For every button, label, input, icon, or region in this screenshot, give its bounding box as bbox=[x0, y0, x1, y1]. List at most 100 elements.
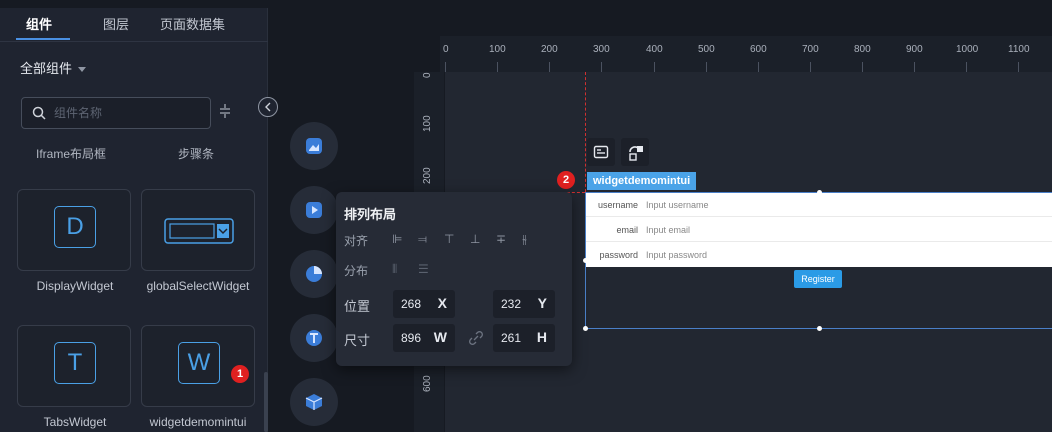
ruler-tick: 300 bbox=[593, 44, 610, 55]
text-widget-icon bbox=[306, 330, 322, 346]
component-panel: 组件 图层 页面数据集 全部组件 Iframe布局框 步骤条 D Display… bbox=[0, 8, 268, 432]
width-value: 896 bbox=[401, 331, 422, 345]
component-swap-icon[interactable] bbox=[621, 138, 649, 166]
3d-widget-button[interactable] bbox=[290, 378, 338, 426]
y-unit: Y bbox=[537, 295, 547, 311]
ruler-horizontal: 0 100 200 300 400 500 600 700 800 900 10… bbox=[440, 36, 1052, 72]
email-label: email bbox=[616, 225, 638, 235]
select-widget-icon bbox=[164, 218, 234, 244]
ruler-tick: 0 bbox=[422, 72, 433, 78]
align-middle-icon[interactable]: ∓ bbox=[496, 232, 506, 246]
chevron-down-icon bbox=[78, 67, 87, 73]
selected-widget-tag[interactable]: widgetdemomintui bbox=[587, 172, 697, 190]
scrollbar[interactable] bbox=[264, 372, 268, 432]
component-card-displaywidget[interactable]: D bbox=[17, 189, 131, 271]
ruler-tick: 100 bbox=[422, 115, 433, 132]
ruler-tick: 400 bbox=[646, 44, 663, 55]
collapse-panel-button[interactable] bbox=[258, 97, 278, 117]
guide-line-vertical bbox=[585, 72, 586, 192]
register-button[interactable]: Register bbox=[794, 270, 842, 288]
arrange-layout-popup: 排列布局 对齐 ⊫ ⫤ ⊤ ⊥ ∓ ⫳ 分布 ⦀ ☰ 位置 268 X 232 … bbox=[336, 192, 572, 366]
distribute-vertical-icon[interactable]: ☰ bbox=[418, 262, 429, 276]
video-widget-button[interactable] bbox=[290, 186, 338, 234]
editor-window: 组件 图层 页面数据集 全部组件 Iframe布局框 步骤条 D Display… bbox=[0, 0, 1052, 432]
3d-widget-icon bbox=[305, 394, 323, 410]
x-field[interactable]: 268 X bbox=[393, 290, 455, 318]
active-tab-indicator bbox=[16, 38, 70, 40]
resize-handle[interactable] bbox=[817, 326, 822, 331]
tab-page-datasets[interactable]: 页面数据集 bbox=[160, 14, 225, 33]
width-unit: W bbox=[433, 329, 447, 345]
ruler-tick: 200 bbox=[541, 44, 558, 55]
distribute-horizontal-icon[interactable]: ⦀ bbox=[392, 262, 397, 277]
password-input[interactable]: Input password bbox=[646, 250, 707, 260]
widget-demo-icon: W bbox=[178, 342, 220, 384]
ruler-tick: 0 bbox=[443, 44, 449, 55]
form-row: username Input username bbox=[586, 193, 1052, 217]
password-label: password bbox=[599, 250, 638, 260]
form-row: email Input email bbox=[586, 218, 1052, 242]
email-input[interactable]: Input email bbox=[646, 225, 690, 235]
demo-form: username Input username email Input emai… bbox=[586, 193, 1052, 267]
x-unit: X bbox=[437, 295, 447, 311]
width-field[interactable]: 896 W bbox=[393, 324, 455, 352]
card-label: widgetdemomintui bbox=[149, 415, 247, 429]
ruler-tick: 800 bbox=[854, 44, 871, 55]
position-label: 位置 bbox=[344, 299, 371, 314]
component-steps[interactable]: 步骤条 bbox=[178, 145, 214, 162]
card-label: TabsWidget bbox=[43, 415, 107, 429]
image-icon[interactable] bbox=[587, 138, 615, 166]
search-icon bbox=[32, 106, 46, 120]
component-iframe-layout[interactable]: Iframe布局框 bbox=[36, 145, 106, 162]
card-label: globalSelectWidget bbox=[146, 279, 250, 293]
y-value: 232 bbox=[501, 297, 522, 311]
chart-widget-button[interactable] bbox=[290, 250, 338, 298]
align-top-icon[interactable]: ⊤ bbox=[444, 232, 454, 246]
align-center-icon[interactable]: ⫳ bbox=[522, 232, 527, 247]
align-bottom-icon[interactable]: ⊥ bbox=[470, 232, 480, 246]
chart-widget-icon bbox=[306, 266, 322, 282]
image-widget-button[interactable] bbox=[290, 122, 338, 170]
resize-handle[interactable] bbox=[583, 326, 588, 331]
search-input[interactable] bbox=[54, 104, 204, 122]
height-value: 261 bbox=[501, 331, 522, 345]
ruler-tick: 1000 bbox=[956, 44, 979, 55]
ruler-tick: 600 bbox=[750, 44, 767, 55]
distribute-label: 分布 bbox=[344, 264, 369, 278]
ruler-tick: 700 bbox=[802, 44, 819, 55]
height-unit: H bbox=[536, 329, 547, 345]
text-widget-button[interactable] bbox=[290, 314, 338, 362]
image-widget-icon bbox=[306, 138, 322, 154]
step-badge-2: 2 bbox=[557, 171, 575, 189]
sort-icon[interactable] bbox=[218, 104, 232, 123]
component-card-tabswidget[interactable]: T bbox=[17, 325, 131, 407]
popup-title: 排列布局 bbox=[344, 207, 397, 222]
category-label: 全部组件 bbox=[20, 61, 73, 76]
ruler-tick: 900 bbox=[906, 44, 923, 55]
form-row: password Input password bbox=[586, 243, 1052, 267]
align-right-icon[interactable]: ⫤ bbox=[418, 232, 427, 247]
tab-layers[interactable]: 图层 bbox=[103, 14, 129, 33]
x-value: 268 bbox=[401, 297, 422, 311]
size-label: 尺寸 bbox=[344, 333, 371, 348]
ruler-tick: 200 bbox=[422, 167, 433, 184]
align-left-icon[interactable]: ⊫ bbox=[392, 232, 402, 246]
y-field[interactable]: 232 Y bbox=[493, 290, 555, 318]
component-card-globalselectwidget[interactable] bbox=[141, 189, 255, 271]
tab-components[interactable]: 组件 bbox=[26, 14, 52, 33]
panel-tabs: 组件 图层 页面数据集 bbox=[0, 8, 268, 42]
category-dropdown[interactable]: 全部组件 bbox=[20, 58, 87, 77]
video-widget-icon bbox=[306, 202, 322, 218]
username-label: username bbox=[597, 200, 638, 210]
step-badge-1: 1 bbox=[231, 365, 249, 383]
ruler-tick: 500 bbox=[698, 44, 715, 55]
card-label: DisplayWidget bbox=[36, 279, 114, 293]
tabs-widget-icon: T bbox=[54, 342, 96, 384]
height-field[interactable]: 261 H bbox=[493, 324, 555, 352]
username-input[interactable]: Input username bbox=[646, 200, 709, 210]
chevron-left-icon bbox=[265, 102, 271, 112]
display-widget-icon: D bbox=[54, 206, 96, 248]
ruler-tick: 1100 bbox=[1008, 44, 1030, 55]
link-ratio-icon[interactable] bbox=[468, 330, 484, 346]
search-box bbox=[21, 97, 211, 129]
